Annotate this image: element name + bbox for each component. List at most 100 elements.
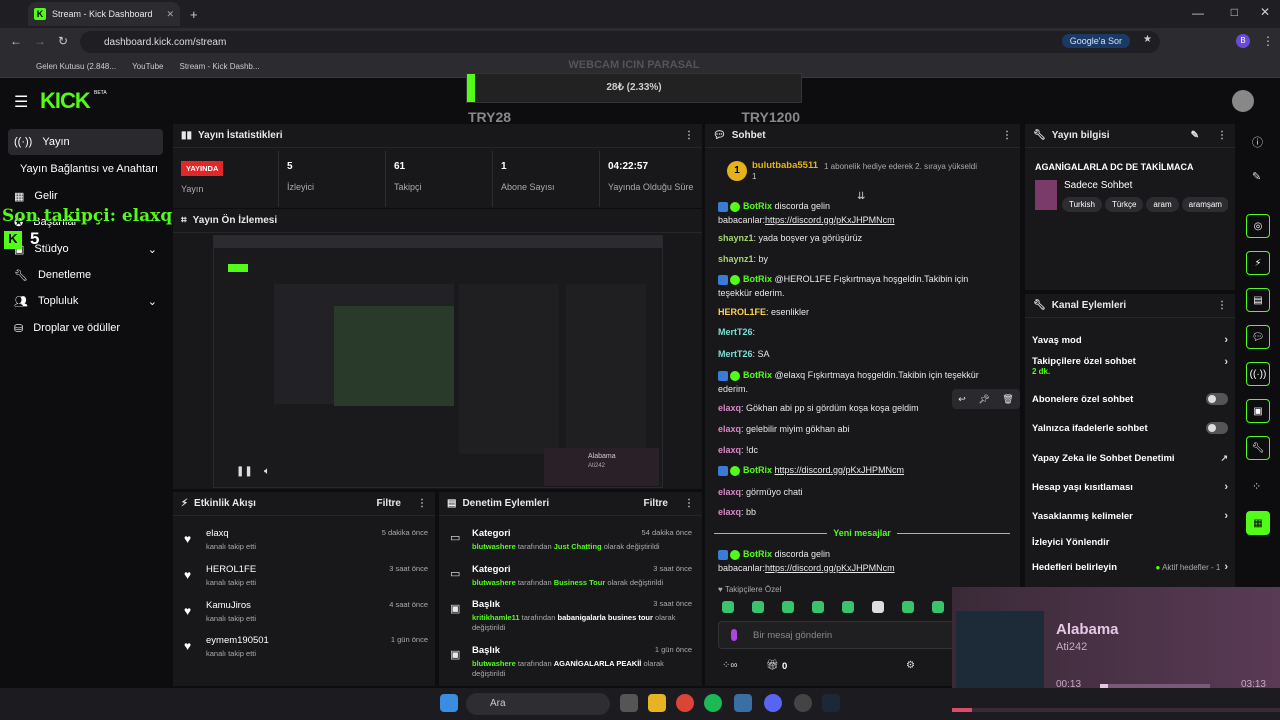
category-name[interactable]: Sadece Sohbet — [1064, 180, 1132, 191]
chat-username[interactable]: shaynz1 — [718, 254, 754, 264]
chat-username[interactable]: BotRix — [743, 370, 772, 380]
rail-button-moderation[interactable]: ▣ — [1246, 399, 1270, 423]
chat-username[interactable]: HEROL1FE — [718, 307, 766, 317]
action-slow-mode[interactable]: Yavaş mod › — [1032, 330, 1228, 350]
sidebar-item-denetleme[interactable]: 🔧︎ Denetleme — [8, 262, 163, 288]
spotify-icon[interactable] — [704, 694, 722, 712]
chat-username[interactable]: BotRix — [743, 549, 772, 559]
rail-button-active[interactable]: ▦ — [1246, 511, 1270, 535]
chat-username[interactable]: elaxq — [718, 445, 741, 455]
more-icon[interactable]: ⋮ — [684, 498, 694, 509]
sidebar-item-topluluk[interactable]: 👥︎ Topluluk ⌄ — [8, 288, 163, 314]
chat-link[interactable]: https://discord.gg/pKxJHPMNcm — [765, 563, 895, 573]
tab-close-icon[interactable]: ✕ — [166, 9, 174, 20]
app-icon[interactable] — [734, 694, 752, 712]
chat-username[interactable]: elaxq — [718, 424, 741, 434]
action-banned-words[interactable]: Yasaklanmış kelimeler › — [1032, 506, 1228, 526]
rail-button-chat[interactable]: 💬︎ — [1246, 325, 1270, 349]
chat-username[interactable]: elaxq — [718, 507, 741, 517]
activity-user[interactable]: HEROL1FE — [206, 564, 256, 575]
tag[interactable]: aram — [1146, 197, 1179, 212]
user-avatar[interactable] — [1232, 90, 1254, 112]
browser-tab[interactable]: K Stream - Kick Dashboard ✕ — [28, 2, 180, 26]
rail-button-doc[interactable]: ▤ — [1246, 288, 1270, 312]
action-raid[interactable]: İzleyici Yönlendir — [1032, 532, 1228, 552]
more-icon[interactable]: ⋮ — [1217, 130, 1227, 141]
chat-username[interactable]: BotRix — [743, 465, 772, 475]
back-icon[interactable]: ← — [10, 34, 22, 48]
gift-icon[interactable]: 🎁︎ — [766, 660, 779, 671]
bookmark-kick[interactable]: Stream - Kick Dashb... — [180, 62, 260, 71]
emote-only-toggle[interactable] — [1206, 422, 1228, 434]
obs-icon[interactable] — [794, 694, 812, 712]
rail-button-wrench[interactable]: 🔧︎ — [1246, 436, 1270, 460]
rail-button-broadcast[interactable]: ((·)) — [1246, 362, 1270, 386]
more-icon[interactable]: ⋮ — [684, 130, 694, 141]
tag[interactable]: aramşam — [1181, 197, 1228, 212]
chat-username[interactable]: elaxq — [718, 403, 741, 413]
emote-icon[interactable] — [932, 601, 944, 613]
action-followers-only[interactable]: Takipçilere özel sohbet 2 dk. › — [1032, 356, 1228, 382]
emote-icon[interactable] — [782, 601, 794, 613]
tag[interactable]: Türkçe — [1104, 197, 1144, 212]
discord-icon[interactable] — [764, 694, 782, 712]
file-explorer-icon[interactable] — [648, 694, 666, 712]
close-window-icon[interactable]: ✕ — [1260, 5, 1270, 19]
emote-icon[interactable] — [842, 601, 854, 613]
activity-user[interactable]: elaxq — [206, 528, 229, 539]
chat-username[interactable]: BotRix — [743, 274, 772, 284]
emote-icon[interactable] — [902, 601, 914, 613]
emote-icon[interactable] — [812, 601, 824, 613]
chat-username[interactable]: BotRix — [743, 201, 772, 211]
action-subs-only[interactable]: Abonelere özel sohbet — [1032, 389, 1228, 409]
sidebar-item-droplar[interactable]: ⛁ Droplar ve ödüller — [8, 315, 163, 341]
community-icon[interactable]: ⁘ — [1252, 480, 1261, 493]
more-icon[interactable]: ⋮ — [417, 498, 427, 509]
hamburger-menu-icon[interactable]: ☰ — [14, 92, 28, 112]
channel-points-icon[interactable]: ⁘∞ — [722, 660, 738, 671]
bookmark-star-icon[interactable]: ★ — [1143, 34, 1152, 45]
chat-username[interactable]: elaxq — [718, 487, 741, 497]
pinned-user[interactable]: bulutbaba5511 — [752, 160, 818, 171]
new-tab-icon[interactable]: + — [190, 7, 198, 22]
pause-icon[interactable]: ❚❚ — [236, 466, 253, 477]
emote-icon[interactable] — [872, 601, 884, 613]
url-input[interactable]: dashboard.kick.com/stream Google'a Sor ★ — [80, 31, 1160, 53]
edit-icon[interactable]: ✎ — [1191, 130, 1199, 141]
delete-icon[interactable]: 🗑︎ — [1002, 394, 1013, 405]
bookmark-gmail[interactable]: Gelen Kutusu (2.848... — [36, 62, 116, 71]
chrome-icon[interactable] — [676, 694, 694, 712]
chat-link[interactable]: https://discord.gg/pKxJHPMNcm — [765, 215, 895, 225]
stream-preview-video[interactable]: Alabama Ati242 ❚❚ 🔈︎ — [213, 235, 663, 488]
minimize-icon[interactable]: — — [1192, 6, 1204, 20]
moderation-user[interactable]: kritikhamle11 — [472, 613, 520, 622]
pin-icon[interactable]: 📌︎ — [978, 394, 989, 405]
rail-button-lightning[interactable]: ⚡︎ — [1246, 251, 1270, 275]
activity-user[interactable]: eymem190501 — [206, 635, 269, 646]
action-goals[interactable]: Hedefleri belirleyin ● Aktif hedefler - 1… — [1032, 557, 1228, 577]
more-icon[interactable]: ⋮ — [1217, 300, 1227, 311]
volume-icon[interactable]: 🔈︎ — [264, 466, 270, 477]
chat-link[interactable]: https://discord.gg/pKxJHPMNcm — [775, 465, 905, 475]
profile-avatar[interactable]: B — [1236, 34, 1250, 48]
browser-menu-icon[interactable]: ⋮ — [1262, 34, 1274, 48]
emote-icon[interactable] — [752, 601, 764, 613]
kick-logo[interactable]: KICK — [40, 88, 91, 114]
more-icon[interactable]: ⋮ — [1002, 130, 1012, 141]
activity-filter-button[interactable]: Filtre — [377, 498, 401, 509]
sidebar-item-yayin[interactable]: ((·)) Yayın — [8, 129, 163, 155]
info-icon[interactable]: ⓘ — [1252, 134, 1263, 150]
forward-icon[interactable]: → — [34, 34, 46, 48]
reply-icon[interactable]: ↩ — [958, 394, 966, 405]
action-emote-only[interactable]: Yalnızca ifadelerle sohbet — [1032, 418, 1228, 438]
chat-username[interactable]: MertT26 — [718, 349, 753, 359]
activity-user[interactable]: KamuJiros — [206, 600, 251, 611]
taskbar-search[interactable]: Ara — [466, 693, 610, 715]
sidebar-item-stream-key[interactable]: Yayın Bağlantısı ve Anahtarı — [14, 156, 174, 182]
emote-icon[interactable] — [722, 601, 734, 613]
steam-icon[interactable] — [822, 694, 840, 712]
action-account-age[interactable]: Hesap yaşı kısıtlaması › — [1032, 477, 1228, 497]
moderation-user[interactable]: blutwashere — [472, 542, 516, 551]
google-ask-button[interactable]: Google'a Sor — [1061, 34, 1130, 48]
action-ai-moderation[interactable]: Yapay Zeka ile Sohbet Denetimi ↗ — [1032, 448, 1228, 468]
